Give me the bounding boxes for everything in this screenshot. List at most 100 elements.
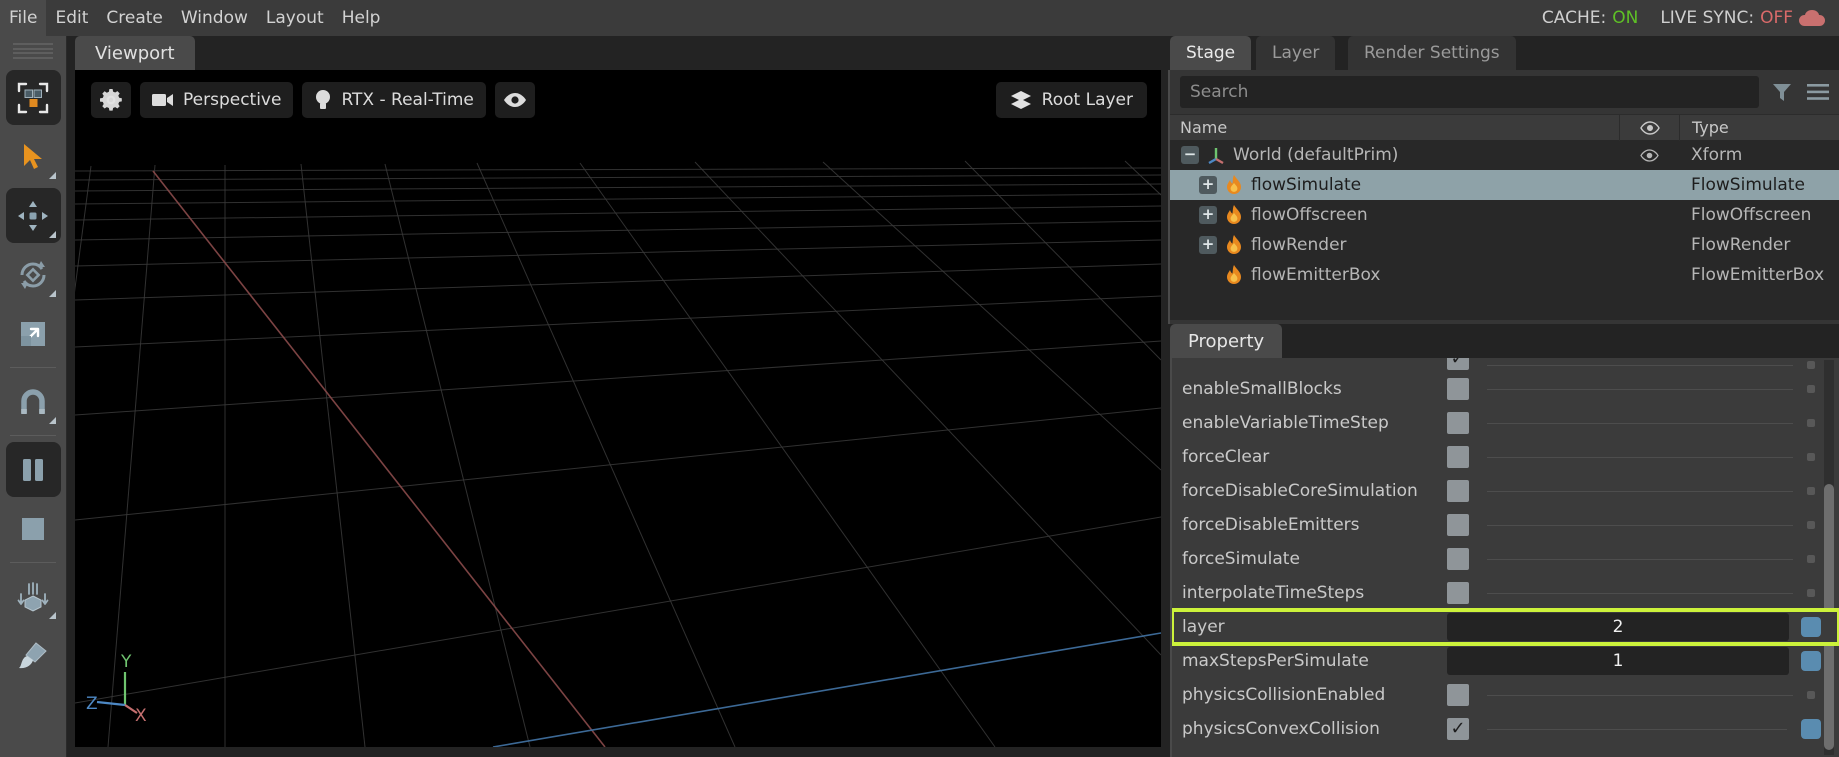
tree-row-world[interactable]: − World (defaultPrim) Xform: [1170, 140, 1839, 170]
property-link-dot[interactable]: [1801, 719, 1821, 739]
property-link-dot[interactable]: [1807, 361, 1815, 369]
property-checkbox[interactable]: ✓: [1447, 378, 1469, 400]
root-layer-button[interactable]: Root Layer: [995, 82, 1147, 118]
menu-help[interactable]: Help: [333, 0, 390, 36]
maxstepspersimulate-value-input[interactable]: 1: [1447, 647, 1789, 675]
property-row-forceDisableCoreSimulation[interactable]: forceDisableCoreSimulation ✓: [1172, 474, 1839, 508]
property-link-dot[interactable]: [1807, 419, 1815, 427]
property-checkbox[interactable]: ✓: [1447, 480, 1469, 502]
axis-gizmo[interactable]: Y Z X: [85, 647, 175, 727]
play-pause-button[interactable]: [5, 442, 61, 497]
paintbrush-icon: [19, 641, 47, 668]
layer-value-input[interactable]: 2: [1447, 613, 1789, 641]
live-sync-status[interactable]: LIVE SYNC: OFF: [1660, 8, 1825, 28]
property-checkbox[interactable]: ✓: [1447, 684, 1469, 706]
filter-button[interactable]: [1769, 82, 1795, 102]
property-checkbox[interactable]: ✓: [1447, 582, 1469, 604]
property-checkbox[interactable]: ✓: [1447, 514, 1469, 536]
property-row-physicsConvexCollision[interactable]: physicsConvexCollision ✓: [1172, 712, 1839, 746]
menu-edit[interactable]: Edit: [46, 0, 97, 36]
left-toolbar: [0, 36, 67, 757]
select-mode-button[interactable]: [5, 70, 61, 125]
tree-row-flowemitterbox[interactable]: flowEmitterBox FlowEmitterBox: [1170, 260, 1839, 290]
tree-row-flowrender[interactable]: + flowRender FlowRender: [1170, 230, 1839, 260]
cache-status[interactable]: CACHE: ON: [1542, 8, 1638, 28]
tab-property[interactable]: Property: [1170, 324, 1283, 358]
viewport-toolbar: Perspective RTX - Real-Time: [91, 82, 535, 118]
viewport-renderer-button[interactable]: RTX - Real-Time: [302, 82, 486, 118]
tab-stage[interactable]: Stage: [1170, 36, 1252, 70]
tool-submenu-indicator[interactable]: [48, 231, 56, 238]
property-link-dot[interactable]: [1807, 555, 1815, 563]
tree-row-visibility-toggle[interactable]: [1619, 260, 1679, 290]
tree-row-visibility-toggle[interactable]: [1619, 140, 1679, 170]
property-link-dot[interactable]: [1807, 691, 1815, 699]
tree-row-label: flowSimulate: [1251, 175, 1362, 195]
tree-row-flowsimulate[interactable]: + flowSimulate FlowSimulate: [1170, 170, 1839, 200]
property-link-dot[interactable]: [1807, 589, 1815, 597]
collapse-toggle[interactable]: −: [1181, 146, 1199, 164]
property-row-enableSmallBlocks[interactable]: enableSmallBlocks ✓: [1172, 372, 1839, 406]
tree-row-visibility-toggle[interactable]: [1619, 170, 1679, 200]
move-tool-button[interactable]: [5, 188, 61, 243]
tool-submenu-indicator[interactable]: [48, 417, 56, 424]
property-link-dot[interactable]: [1807, 521, 1815, 529]
expand-toggle[interactable]: +: [1199, 206, 1217, 224]
menu-file[interactable]: File: [0, 0, 47, 36]
property-checkbox[interactable]: ✓: [1447, 446, 1469, 468]
tool-submenu-indicator[interactable]: [48, 612, 56, 619]
toolbar-drag-handle[interactable]: [13, 42, 53, 60]
property-row-partial[interactable]: ✓: [1172, 358, 1839, 372]
property-row-layer[interactable]: layer 2: [1172, 608, 1839, 646]
scale-tool-button[interactable]: [6, 306, 61, 361]
tree-row-visibility-toggle[interactable]: [1619, 200, 1679, 230]
stage-options-button[interactable]: [1805, 83, 1831, 101]
property-label: forceSimulate: [1182, 549, 1300, 569]
property-row-maxStepsPerSimulate[interactable]: maxStepsPerSimulate 1: [1172, 644, 1839, 678]
property-row-enableVariableTimeStep[interactable]: enableVariableTimeStep ✓: [1172, 406, 1839, 440]
column-header-name[interactable]: Name: [1170, 118, 1619, 137]
property-row-interpolateTimeSteps[interactable]: interpolateTimeSteps ✓: [1172, 576, 1839, 610]
column-header-visibility[interactable]: [1619, 114, 1679, 141]
tab-render-settings[interactable]: Render Settings: [1348, 36, 1516, 70]
tab-layer[interactable]: Layer: [1256, 36, 1336, 70]
viewport-camera-label: Perspective: [183, 90, 282, 110]
viewport-visibility-button[interactable]: [494, 82, 535, 118]
physics-drop-button[interactable]: [6, 569, 61, 624]
property-row-forceDisableEmitters[interactable]: forceDisableEmitters ✓: [1172, 508, 1839, 542]
menu-layout[interactable]: Layout: [257, 0, 333, 36]
tree-row-visibility-toggle[interactable]: [1619, 230, 1679, 260]
rotate-tool-button[interactable]: [6, 247, 61, 302]
viewport-3d-stage[interactable]: Perspective RTX - Real-Time Root Layer Y…: [75, 70, 1161, 747]
select-tool-button[interactable]: [6, 129, 61, 184]
cache-label: CACHE:: [1541, 8, 1607, 28]
property-link-dot[interactable]: [1801, 617, 1821, 637]
menu-window[interactable]: Window: [172, 0, 257, 36]
expand-toggle[interactable]: +: [1199, 236, 1217, 254]
property-checkbox[interactable]: ✓: [1447, 548, 1469, 570]
stop-button[interactable]: [6, 501, 61, 556]
property-checkbox[interactable]: ✓: [1447, 358, 1469, 370]
property-link-dot[interactable]: [1807, 487, 1815, 495]
tool-submenu-indicator[interactable]: [48, 290, 56, 297]
property-row-forceSimulate[interactable]: forceSimulate ✓: [1172, 542, 1839, 576]
property-checkbox[interactable]: ✓: [1447, 412, 1469, 434]
tool-submenu-indicator[interactable]: [48, 172, 56, 179]
paint-tool-button[interactable]: [6, 628, 61, 683]
tree-row-flowoffscreen[interactable]: + flowOffscreen FlowOffscreen: [1170, 200, 1839, 230]
stage-tree-rows: − World (defaultPrim) Xform + flowSimula…: [1170, 140, 1839, 320]
viewport-camera-button[interactable]: Perspective: [140, 82, 294, 118]
property-link-dot[interactable]: [1801, 651, 1821, 671]
expand-toggle[interactable]: +: [1199, 176, 1217, 194]
column-header-type[interactable]: Type: [1679, 114, 1839, 141]
tab-viewport[interactable]: Viewport: [75, 36, 195, 70]
search-input[interactable]: Search: [1180, 76, 1759, 108]
viewport-settings-button[interactable]: [91, 82, 131, 118]
property-checkbox[interactable]: ✓: [1447, 718, 1469, 740]
property-row-physicsCollisionEnabled[interactable]: physicsCollisionEnabled ✓: [1172, 678, 1839, 712]
snap-tool-button[interactable]: [6, 374, 61, 429]
menu-create[interactable]: Create: [97, 0, 172, 36]
property-link-dot[interactable]: [1807, 385, 1815, 393]
property-link-dot[interactable]: [1807, 453, 1815, 461]
property-row-forceClear[interactable]: forceClear ✓: [1172, 440, 1839, 474]
